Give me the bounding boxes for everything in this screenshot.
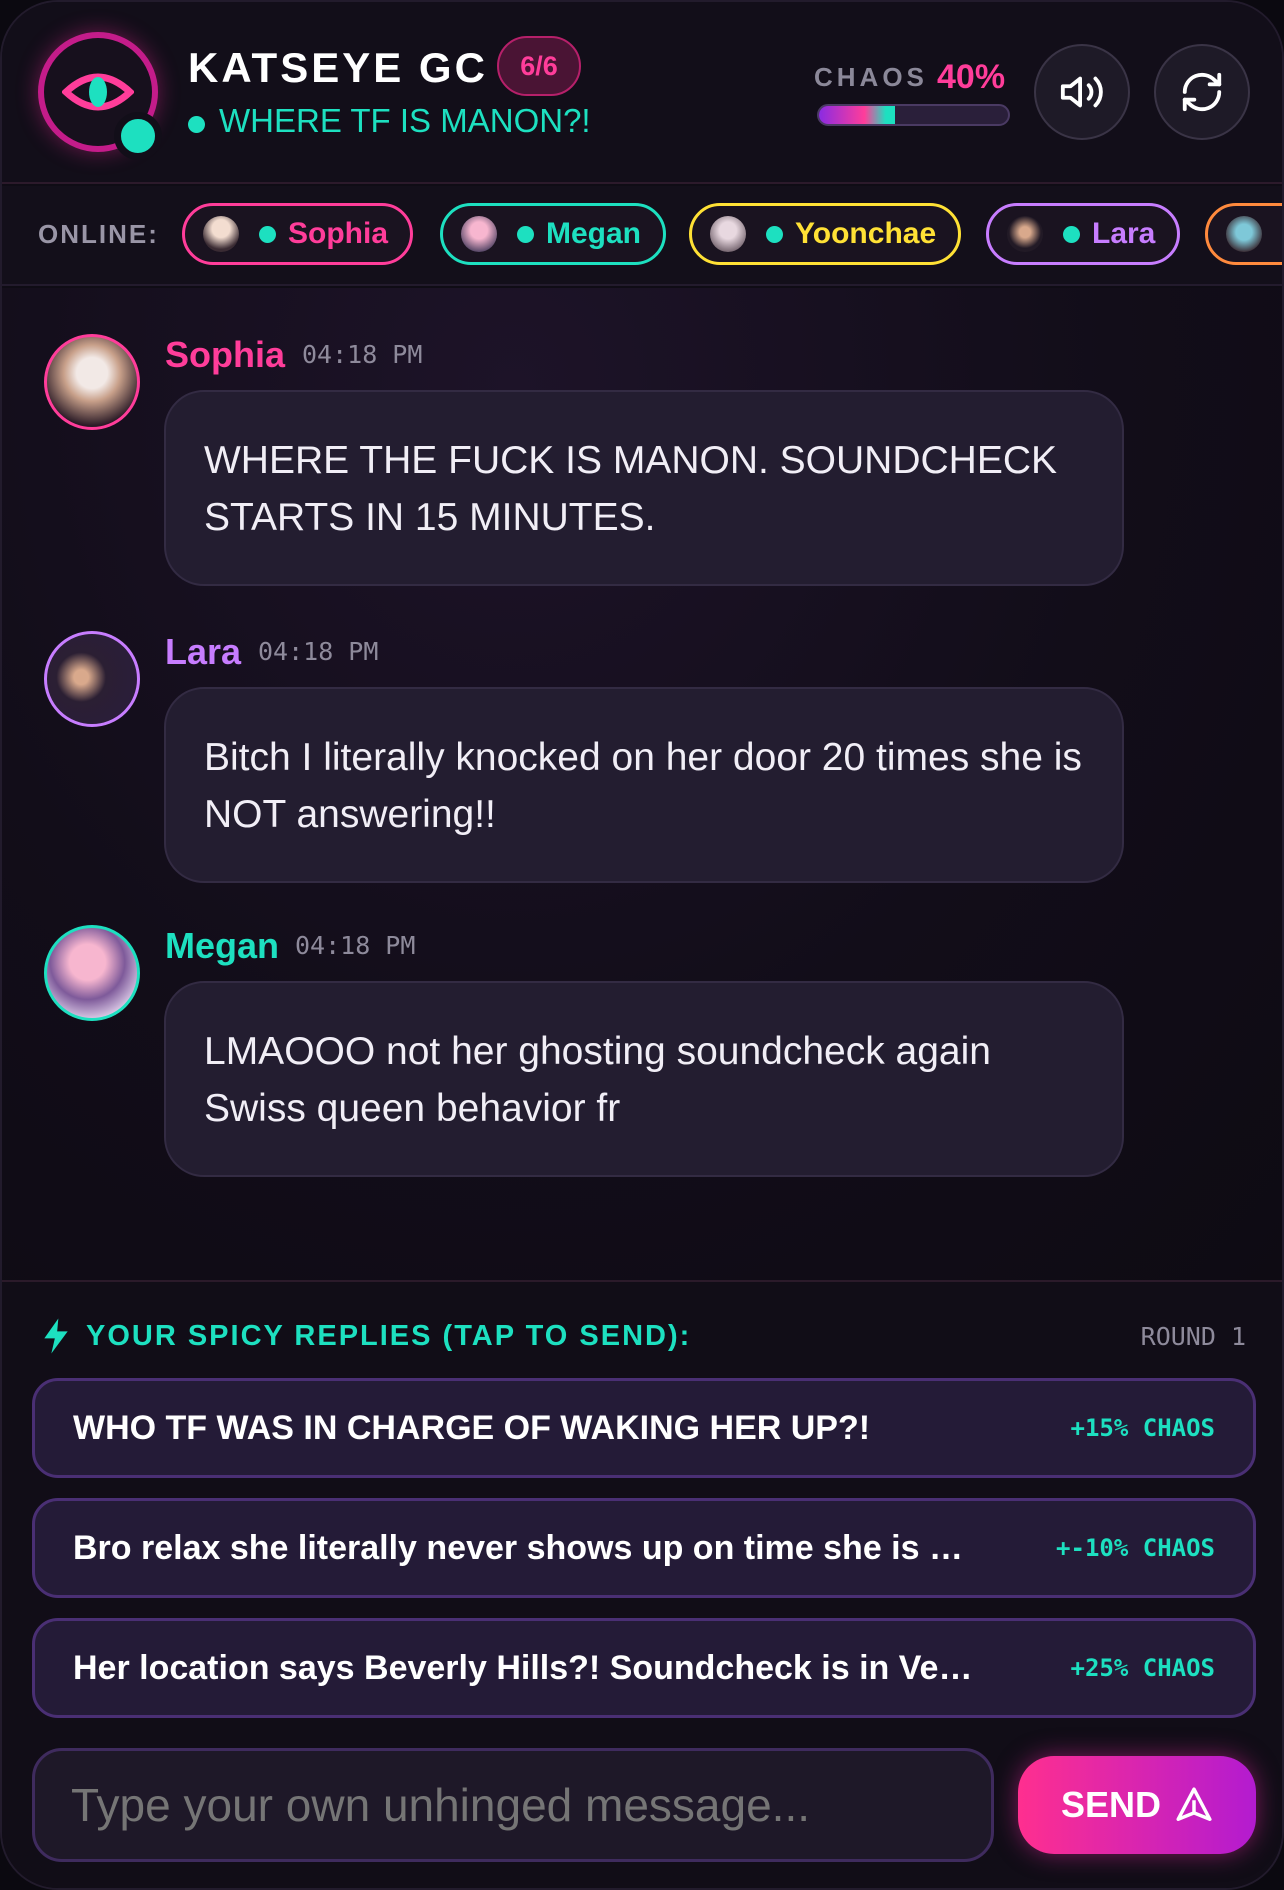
reply-option[interactable]: Her location says Beverly Hills?! Soundc…	[32, 1618, 1256, 1718]
reply-chaos: +15% CHAOS	[1070, 1414, 1216, 1442]
online-chip-name: Sophia	[288, 217, 389, 250]
refresh-button[interactable]	[1154, 44, 1250, 140]
message-bubble: LMAOOO not her ghosting soundcheck again…	[164, 981, 1124, 1177]
avatar	[1007, 216, 1043, 252]
sender-name: Megan	[165, 925, 280, 966]
online-chip-name: Megan	[546, 217, 642, 250]
group-logo	[38, 32, 162, 160]
online-dot	[517, 225, 534, 243]
reply-text: WHO TF WAS IN CHARGE OF WAKING HER UP?!	[73, 1408, 871, 1447]
timestamp: 04:18 PM	[258, 637, 379, 666]
online-chip-sophia[interactable]: Sophia	[182, 203, 414, 265]
avatar	[1226, 216, 1262, 252]
reply-option[interactable]: WHO TF WAS IN CHARGE OF WAKING HER UP?! …	[32, 1378, 1256, 1478]
online-dot	[766, 225, 783, 243]
lightning-icon	[44, 1318, 68, 1354]
avatar	[461, 216, 497, 252]
reply-text: Her location says Beverly Hills?! Soundc…	[73, 1648, 973, 1687]
timestamp: 04:18 PM	[302, 340, 423, 369]
speaker-icon	[1060, 76, 1103, 108]
chaos-label: CHAOS	[814, 62, 928, 92]
avatar	[203, 216, 239, 252]
reply-chaos: +25% CHAOS	[1070, 1654, 1216, 1682]
sound-button[interactable]	[1034, 44, 1130, 140]
message-list[interactable]: Sophia 04:18 PM WHERE THE FUCK IS MANON.…	[2, 288, 1282, 1280]
online-chip-lara[interactable]: Lara	[986, 203, 1181, 265]
group-title: KATSEYE GC	[188, 44, 488, 91]
member-count-badge: 6/6	[497, 36, 581, 96]
send-label: SEND	[1060, 1784, 1162, 1825]
online-dot	[1063, 225, 1080, 243]
status-dot	[188, 115, 205, 133]
send-button[interactable]: SEND	[1018, 1756, 1256, 1854]
group-status-text: WHERE TF IS MANON?!	[219, 102, 591, 139]
avatar	[44, 925, 140, 1021]
timestamp: 04:18 PM	[295, 931, 416, 960]
message-bubble: Bitch I literally knocked on her door 20…	[164, 687, 1124, 883]
online-indicator	[114, 112, 162, 160]
reply-chaos: +-10% CHAOS	[1056, 1534, 1215, 1562]
refresh-icon	[1182, 72, 1222, 112]
online-chip-megan[interactable]: Megan	[440, 203, 667, 265]
replies-header: YOUR SPICY REPLIES (TAP TO SEND):	[86, 1320, 692, 1352]
online-chip-name: Lara	[1092, 217, 1156, 250]
sender-name: Sophia	[165, 334, 286, 375]
eye-icon	[62, 73, 134, 111]
group-status: WHERE TF IS MANON?!	[188, 102, 591, 140]
chaos-meter-fill	[819, 106, 895, 124]
online-chip-yoonchae[interactable]: Yoonchae	[689, 203, 962, 265]
avatar	[44, 334, 140, 430]
round-indicator: ROUND 1	[1140, 1322, 1246, 1351]
online-chip-partial[interactable]	[1205, 203, 1282, 265]
message-bubble: WHERE THE FUCK IS MANON. SOUNDCHECK STAR…	[164, 390, 1124, 586]
header: KATSEYE GC 6/6 WHERE TF IS MANON?! CHAOS…	[2, 2, 1282, 184]
chaos-value: 40%	[937, 58, 1006, 96]
send-icon	[1176, 1787, 1212, 1821]
avatar	[44, 631, 140, 727]
online-bar: ONLINE: Sophia Megan Yoonchae Lara	[2, 186, 1282, 286]
online-dot	[259, 225, 276, 243]
online-label: ONLINE:	[38, 219, 159, 249]
reply-option[interactable]: Bro relax she literally never shows up o…	[32, 1498, 1256, 1598]
chat-app: KATSEYE GC 6/6 WHERE TF IS MANON?! CHAOS…	[0, 0, 1284, 1890]
message-input[interactable]	[32, 1748, 994, 1862]
avatar	[710, 216, 746, 252]
sender-name: Lara	[165, 631, 242, 672]
online-chip-name: Yoonchae	[795, 217, 937, 250]
chaos-meter	[817, 104, 1010, 126]
reply-text: Bro relax she literally never shows up o…	[73, 1528, 963, 1567]
